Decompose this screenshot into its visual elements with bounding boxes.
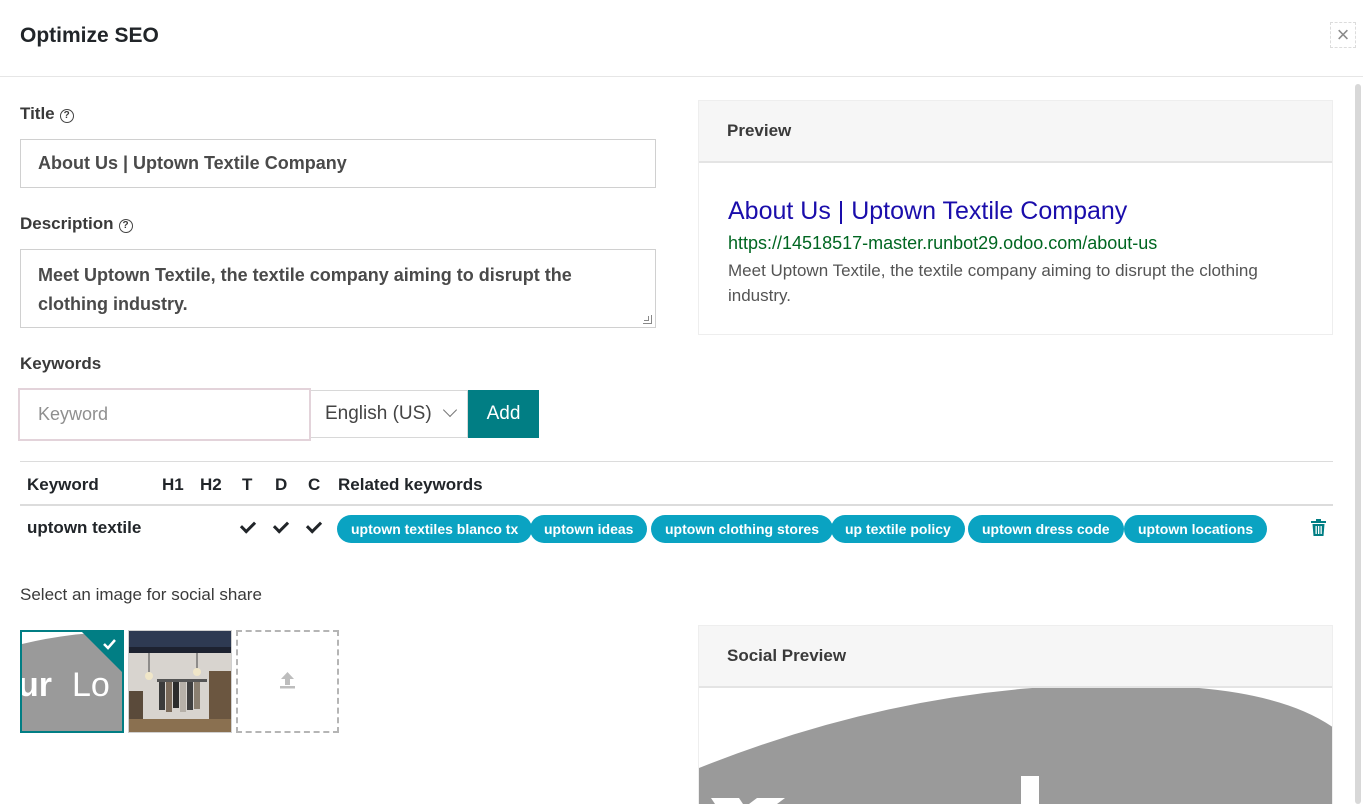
header-c: C [308, 475, 321, 494]
title-input[interactable]: About Us | Uptown Textile Company [20, 139, 656, 188]
social-image-logo[interactable]: ur Lo [20, 630, 124, 733]
keywords-label: Keywords [20, 354, 102, 373]
social-preview-image [699, 688, 1332, 804]
description-text: Meet Uptown Textile, the textile company… [38, 265, 572, 314]
resize-grip-icon[interactable] [643, 315, 652, 324]
social-preview-panel: Social Preview [698, 625, 1333, 804]
close-button[interactable]: × [1330, 22, 1356, 48]
header-h1: H1 [162, 475, 184, 494]
upload-icon [280, 672, 295, 689]
language-value: English (US) [325, 403, 432, 424]
table-header: Keyword H1 H2 T D C Related keywords [20, 461, 1333, 506]
preview-url: https://14518517-master.runbot29.odoo.co… [728, 233, 1158, 253]
social-image-store[interactable] [128, 630, 232, 733]
chevron-down-icon [442, 402, 458, 418]
check-icon [305, 517, 323, 534]
preview-description: Meet Uptown Textile, the textile company… [728, 261, 1258, 305]
description-label: Description? [20, 214, 133, 234]
description-textarea[interactable]: Meet Uptown Textile, the textile company… [20, 249, 656, 328]
header-related: Related keywords [338, 475, 483, 494]
logo-image: ur Lo [22, 632, 122, 731]
keyword-input[interactable]: Keyword [18, 388, 311, 441]
preview-heading: Preview [699, 101, 1332, 163]
check-icon [272, 517, 290, 534]
svg-text:Lo: Lo [72, 666, 110, 704]
header-keyword: Keyword [27, 475, 99, 494]
social-share-label: Select an image for social share [20, 585, 262, 604]
related-keyword-chip[interactable]: uptown ideas [530, 515, 648, 543]
svg-text:ur: ur [22, 666, 52, 704]
related-keyword-chip[interactable]: uptown locations [1124, 515, 1268, 543]
title-label: Title? [20, 104, 74, 124]
help-icon[interactable]: ? [118, 219, 133, 233]
trash-icon[interactable] [1311, 519, 1326, 536]
add-keyword-button[interactable]: Add [468, 390, 539, 438]
check-icon [239, 517, 257, 534]
preview-panel: Preview About Us | Uptown Textile Compan… [698, 100, 1333, 335]
upload-image-button[interactable] [236, 630, 339, 733]
header-h2: H2 [200, 475, 222, 494]
scrollbar[interactable] [1355, 84, 1361, 804]
related-keyword-chip[interactable]: uptown textiles blanco tx [337, 515, 533, 543]
related-keyword-chip[interactable]: up textile policy [831, 515, 965, 543]
dialog-title: Optimize SEO [20, 24, 159, 47]
header-d: D [275, 475, 288, 494]
modal-header: Optimize SEO × [0, 0, 1363, 77]
related-keyword-chip[interactable]: uptown clothing stores [651, 515, 833, 543]
related-keyword-chip[interactable]: uptown dress code [968, 515, 1124, 543]
table-row: uptown textile uptown textiles blanco tx… [20, 506, 1333, 551]
keyword-cell: uptown textile [27, 518, 142, 537]
header-t: T [242, 475, 253, 494]
preview-title-link[interactable]: About Us | Uptown Textile Company [728, 197, 1127, 226]
social-preview-heading: Social Preview [699, 626, 1332, 688]
help-icon[interactable]: ? [59, 109, 74, 123]
store-photo [129, 631, 231, 732]
language-select[interactable]: English (US) [311, 390, 468, 438]
